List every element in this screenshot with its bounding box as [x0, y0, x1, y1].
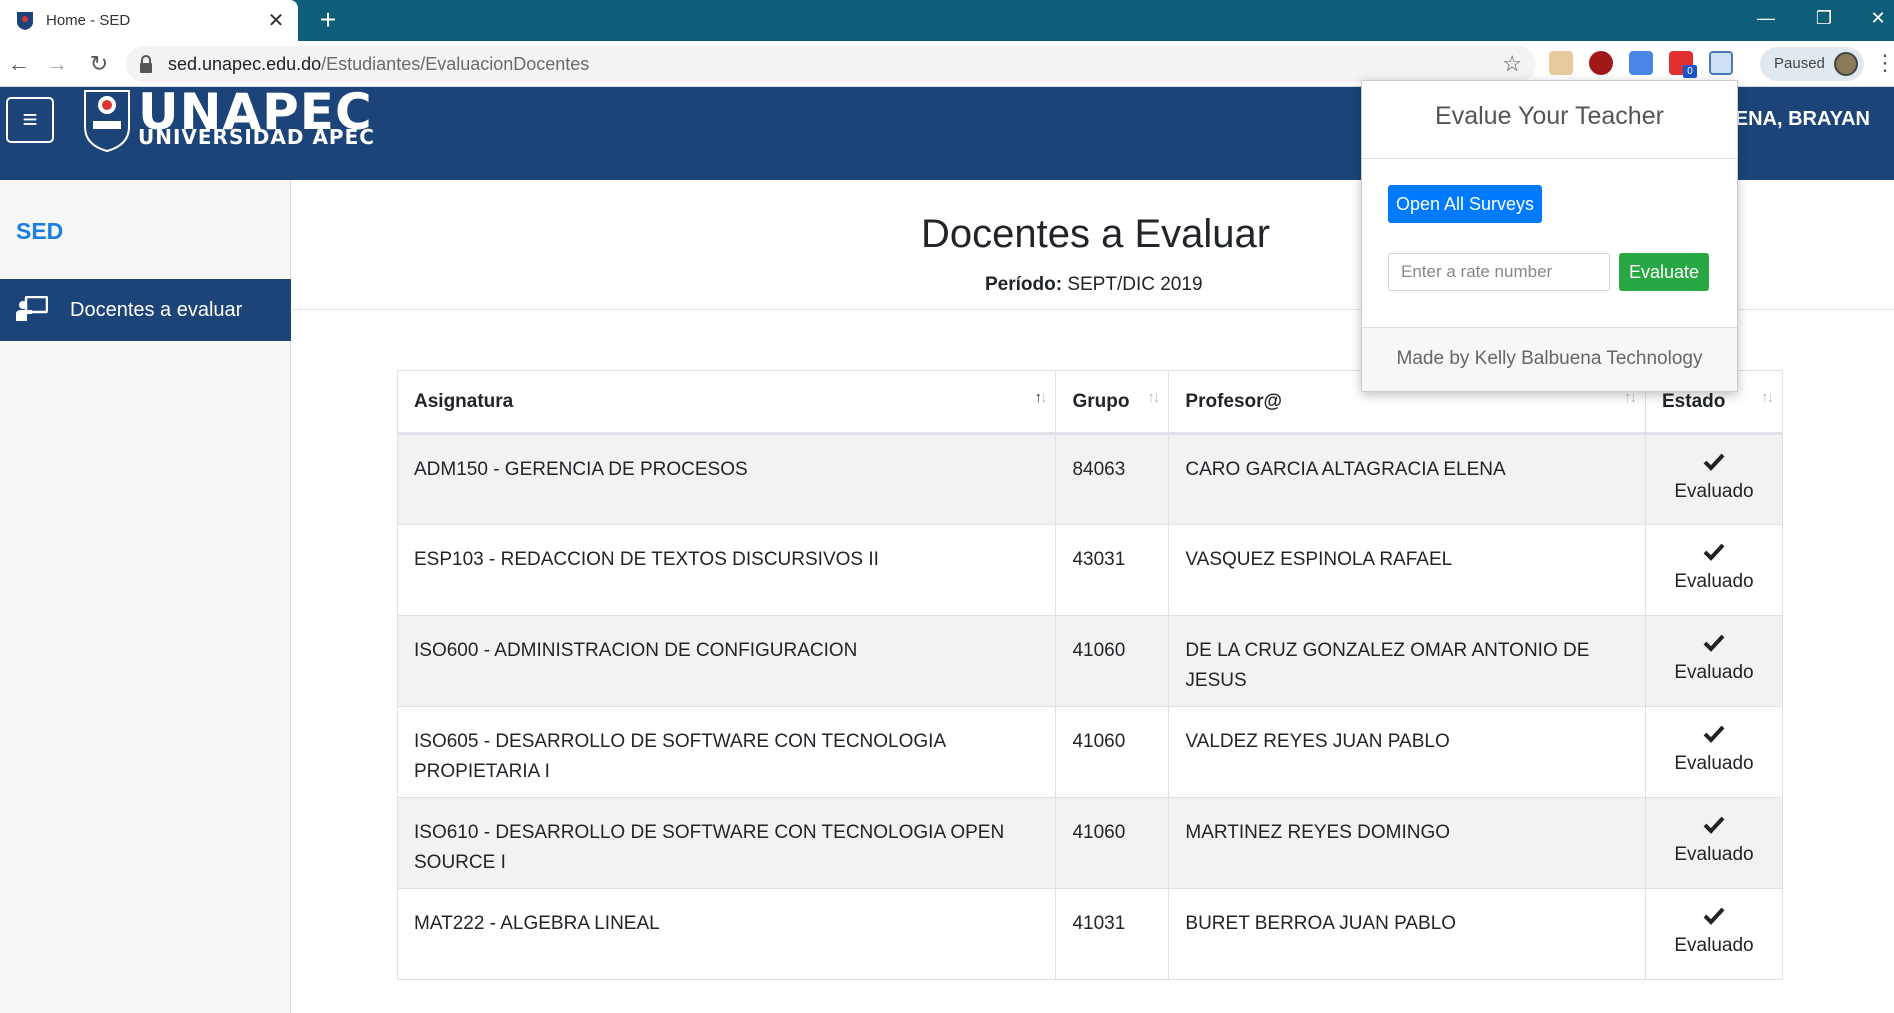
cell-grupo: 41031 — [1055, 888, 1170, 980]
cell-profesor: VASQUEZ ESPINOLA RAFAEL — [1168, 524, 1646, 616]
browser-tab[interactable]: Home - SED ✕ — [0, 0, 298, 41]
tab-title: Home - SED — [46, 12, 131, 29]
status-label: Evaluado — [1674, 662, 1754, 683]
page-title: Docentes a Evaluar — [921, 212, 1271, 256]
evaluations-table: Asignatura ↑↓ Grupo ↑↓ Profesor@ ↑↓ Estado ↑… — [396, 370, 1783, 980]
cell-profesor: CARO GARCIA ALTAGRACIA ELENA — [1168, 433, 1646, 525]
cell-estado: Evaluado — [1645, 615, 1783, 707]
checkmark-icon — [1703, 543, 1725, 561]
extension-badge: 0 — [1683, 65, 1697, 78]
cell-asignatura: MAT222 - ALGEBRA LINEAL — [396, 888, 1057, 980]
bookmark-star-icon[interactable]: ☆ — [1502, 51, 1522, 77]
avatar — [1834, 52, 1858, 76]
unapec-favicon-icon — [17, 11, 33, 30]
minimize-icon[interactable]: — — [1746, 0, 1786, 36]
table-row: ESP103 - REDACCION DE TEXTOS DISCURSIVOS… — [396, 524, 1783, 616]
user-name[interactable]: ENA, BRAYAN — [1735, 108, 1870, 131]
table-row: ISO600 - ADMINISTRACION DE CONFIGURACION… — [396, 615, 1783, 707]
cell-profesor: VALDEZ REYES JUAN PABLO — [1168, 706, 1646, 798]
period-value: SEPT/DIC 2019 — [1062, 274, 1203, 295]
extension-red-icon[interactable]: 0 — [1669, 51, 1697, 78]
hamburger-menu-icon[interactable]: ≡ — [6, 97, 54, 143]
sidebar-item-label: Docentes a evaluar — [70, 299, 243, 321]
cell-asignatura: ISO605 - DESARROLLO DE SOFTWARE CON TECN… — [396, 706, 1057, 798]
sidebar-item-docentes[interactable]: Docentes a evaluar — [0, 279, 291, 341]
rate-number-input[interactable] — [1388, 253, 1610, 291]
table-row: ADM150 - GERENCIA DE PROCESOS 84063 CARO G… — [396, 433, 1783, 525]
cell-profesor: BURET BERROA JUAN PABLO — [1168, 888, 1646, 980]
status-label: Evaluado — [1674, 571, 1754, 592]
new-tab-icon[interactable]: + — [312, 4, 344, 36]
cell-estado: Evaluado — [1645, 524, 1783, 616]
tab-close-icon[interactable]: ✕ — [262, 7, 290, 35]
status-label: Evaluado — [1674, 844, 1754, 865]
sidebar: SED Docentes a evaluar — [0, 180, 291, 1013]
cell-grupo: 41060 — [1055, 615, 1170, 707]
profile-status: Paused — [1774, 55, 1825, 72]
reload-icon[interactable]: ↻ — [84, 49, 114, 79]
open-all-surveys-button[interactable]: Open All Surveys — [1388, 185, 1542, 223]
column-header-grupo[interactable]: Grupo ↑↓ — [1055, 370, 1170, 435]
cell-estado: Evaluado — [1645, 797, 1783, 889]
cell-asignatura: ISO610 - DESARROLLO DE SOFTWARE CON TECN… — [396, 797, 1057, 889]
logo-subtitle: UNIVERSIDAD APEC — [138, 125, 375, 149]
cell-profesor: DE LA CRUZ GONZALEZ OMAR ANTONIO DE JESU… — [1168, 615, 1646, 707]
cell-grupo: 41060 — [1055, 797, 1170, 889]
window-close-icon[interactable]: ✕ — [1858, 0, 1894, 36]
extension-face-icon[interactable] — [1549, 51, 1573, 75]
period-line: Período: SEPT/DIC 2019 — [985, 274, 1203, 296]
status-label: Evaluado — [1674, 753, 1754, 774]
cell-estado: Evaluado — [1645, 706, 1783, 798]
translate-icon[interactable] — [1629, 51, 1653, 75]
url-text: sed.unapec.edu.do/Estudiantes/Evaluacion… — [168, 54, 590, 74]
evalue-teacher-extension-icon[interactable] — [1709, 51, 1733, 75]
cell-grupo: 84063 — [1055, 433, 1170, 525]
evaluate-button[interactable]: Evaluate — [1619, 253, 1709, 291]
address-bar[interactable]: sed.unapec.edu.do/Estudiantes/Evaluacion… — [126, 46, 1536, 82]
status-label: Evaluado — [1674, 481, 1754, 502]
cell-profesor: MARTINEZ REYES DOMINGO — [1168, 797, 1646, 889]
popup-title: Evalue Your Teacher — [1362, 81, 1737, 159]
table-row: ISO605 - DESARROLLO DE SOFTWARE CON TECN… — [396, 706, 1783, 798]
cell-estado: Evaluado — [1645, 888, 1783, 980]
popup-footer: Made by Kelly Balbuena Technology — [1362, 327, 1737, 391]
browser-tab-strip: Home - SED ✕ + — ❐ ✕ — [0, 0, 1894, 41]
checkmark-icon — [1703, 453, 1725, 471]
profile-button[interactable]: Paused — [1760, 47, 1864, 81]
extension-popup: Evalue Your Teacher Open All Surveys Eva… — [1361, 80, 1738, 392]
ublock-icon[interactable] — [1589, 51, 1613, 75]
sidebar-brand[interactable]: SED — [16, 218, 63, 245]
checkmark-icon — [1703, 634, 1725, 652]
period-label: Período: — [985, 274, 1063, 295]
unapec-crest-icon — [84, 90, 130, 153]
back-arrow-icon[interactable]: ← — [4, 49, 34, 79]
forward-arrow-icon[interactable]: → — [42, 49, 72, 79]
checkmark-icon — [1703, 816, 1725, 834]
cell-estado: Evaluado — [1645, 433, 1783, 525]
sort-icon: ↑↓ — [1761, 389, 1774, 406]
column-header-asignatura[interactable]: Asignatura ↑↓ — [396, 370, 1057, 435]
cell-asignatura: ADM150 - GERENCIA DE PROCESOS — [396, 433, 1057, 525]
cell-grupo: 43031 — [1055, 524, 1170, 616]
browser-menu-icon[interactable]: ⋮ — [1874, 51, 1894, 75]
restore-icon[interactable]: ❐ — [1804, 0, 1844, 36]
sort-icon: ↑↓ — [1147, 389, 1160, 406]
teacher-board-icon — [16, 296, 48, 321]
cell-grupo: 41060 — [1055, 706, 1170, 798]
sort-asc-icon: ↑↓ — [1034, 389, 1047, 406]
table-row: ISO610 - DESARROLLO DE SOFTWARE CON TECN… — [396, 797, 1783, 889]
cell-asignatura: ISO600 - ADMINISTRACION DE CONFIGURACION — [396, 615, 1057, 707]
checkmark-icon — [1703, 907, 1725, 925]
status-label: Evaluado — [1674, 935, 1754, 956]
cell-asignatura: ESP103 - REDACCION DE TEXTOS DISCURSIVOS… — [396, 524, 1057, 616]
table-row: MAT222 - ALGEBRA LINEAL 41031 BURET BERROA… — [396, 888, 1783, 980]
lock-icon — [140, 55, 152, 73]
checkmark-icon — [1703, 725, 1725, 743]
